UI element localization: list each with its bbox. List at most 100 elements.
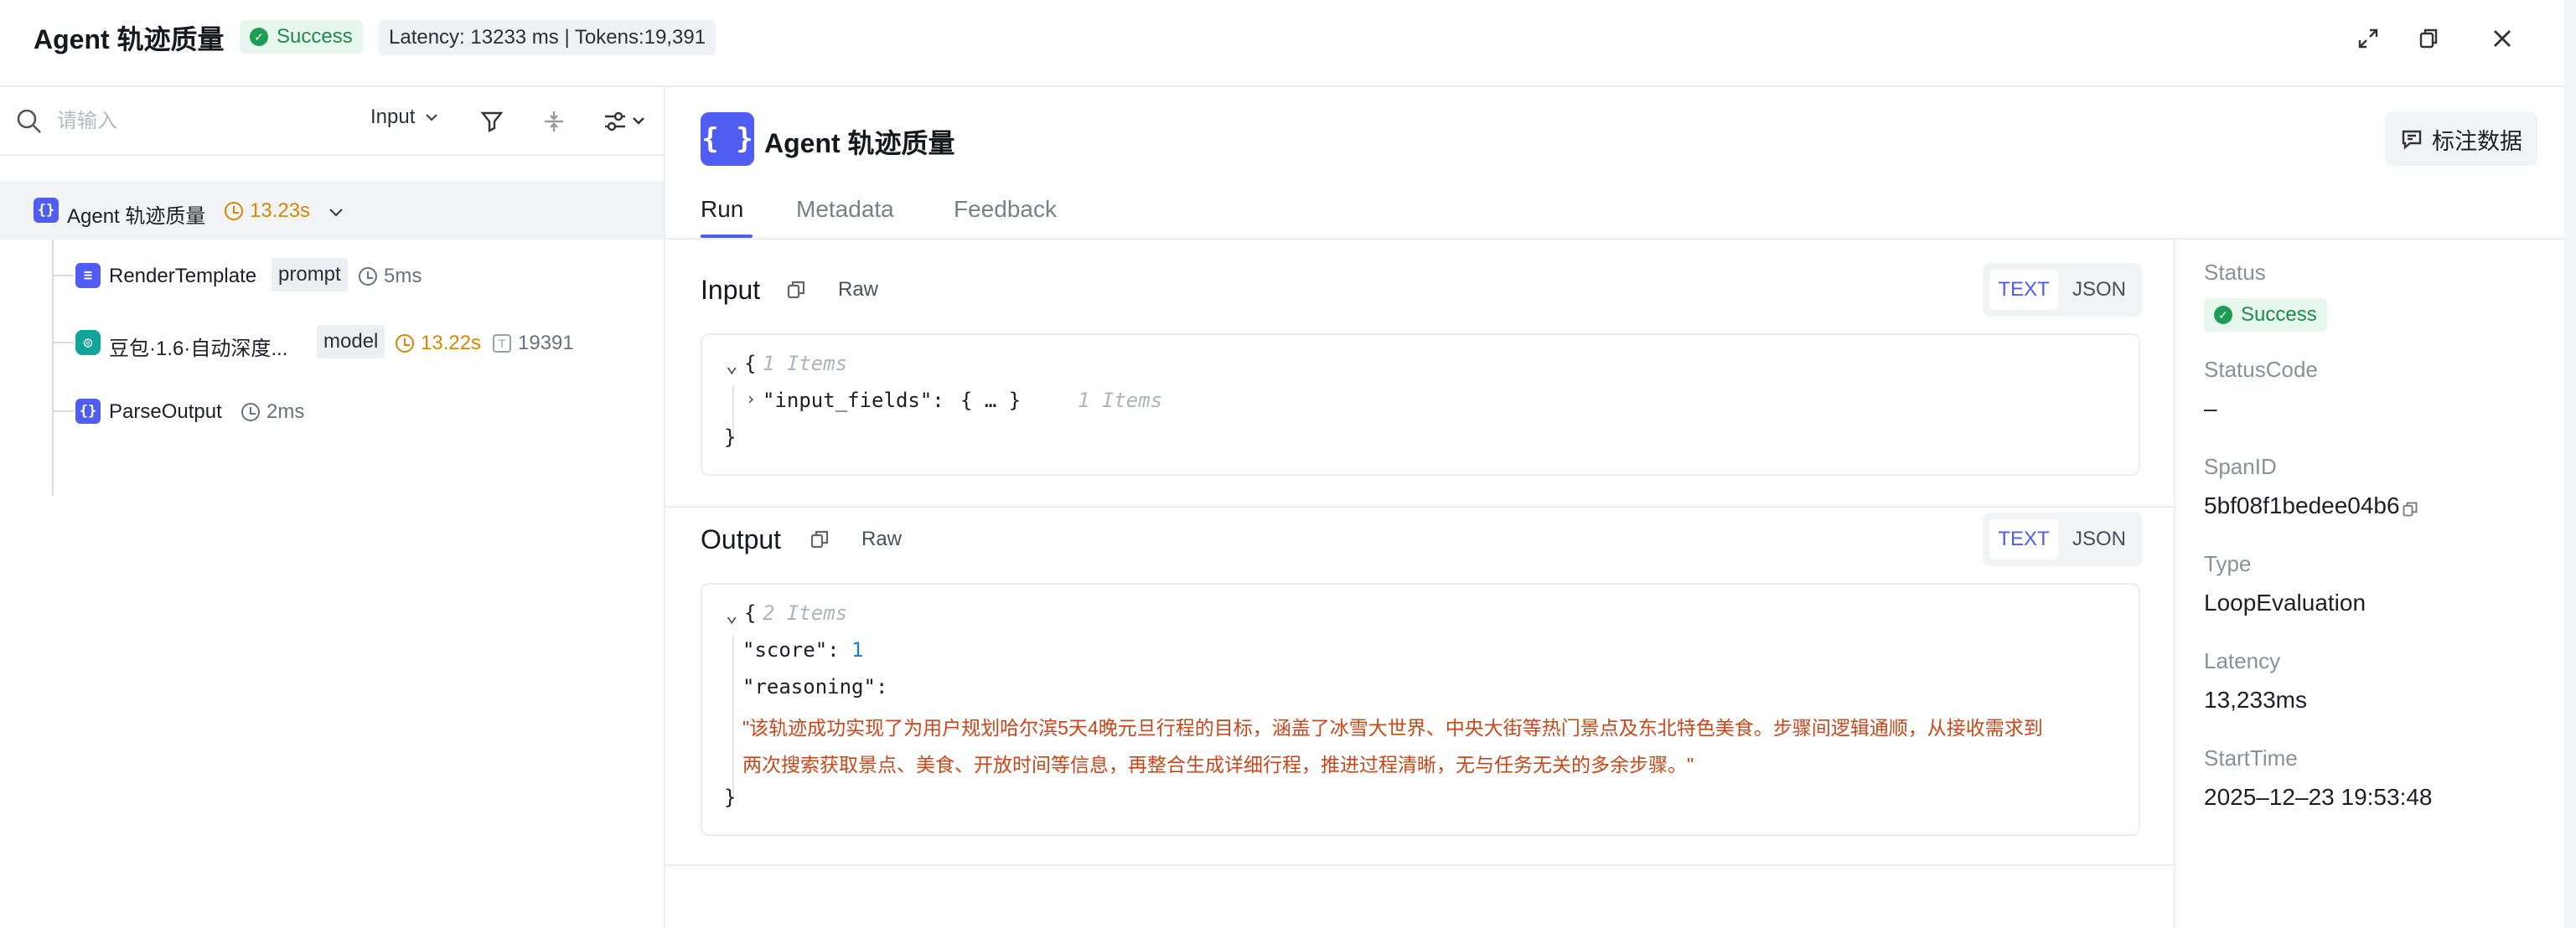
tab-feedback[interactable]: Feedback [954, 196, 1057, 223]
output-json-mode-button[interactable]: JSON [2063, 519, 2135, 559]
model-icon: ◎ [75, 330, 101, 355]
json-open-brace: { [744, 601, 757, 625]
copy-icon[interactable] [786, 280, 806, 300]
tab-run[interactable]: Run [701, 196, 743, 223]
input-json-mode-button[interactable]: JSON [2063, 270, 2135, 310]
status-value-badge: ✓ Success [2204, 298, 2327, 332]
tab-metadata[interactable]: Metadata [796, 196, 894, 223]
copy-window-icon[interactable] [2412, 22, 2445, 55]
trace-tree-panel: Input {} Agent 轨迹质量 13.23s ≡ RenderTempl… [0, 87, 665, 928]
tree-connector [52, 342, 74, 343]
tree-row-model[interactable]: ◎ 豆包·1.6·自动深度... model 13.22s T 19391 [74, 322, 660, 363]
clock-icon [359, 267, 377, 286]
close-icon[interactable] [2485, 22, 2519, 55]
search-input[interactable] [55, 104, 307, 139]
tree-node-time: 13.23s [225, 199, 310, 223]
spanid-label: SpanID [2204, 454, 2277, 479]
search-bar: Input [0, 87, 664, 156]
time-value: 13.23s [250, 199, 311, 222]
span-info-panel: Status ✓ Success StatusCode – SpanID 5bf… [2174, 240, 2564, 928]
input-raw-toggle[interactable]: Raw [838, 278, 878, 302]
clock-icon [241, 403, 260, 421]
items-count-hint: 2 Items [763, 601, 848, 625]
json-value-reasoning-line2: 两次搜索获取景点、美食、开放时间等信息，再整合生成详细行程，推进过程清晰，无与任… [742, 754, 1694, 776]
input-filter-select[interactable]: Input [370, 106, 440, 129]
json-open-brace: { [744, 352, 757, 375]
time-value: 5ms [384, 265, 422, 287]
tree-row-parseoutput[interactable]: {} ParseOutput 2ms [74, 390, 660, 432]
json-value-reasoning-line1: "该轨迹成功实现了为用户规划哈尔滨5天4晚元旦行程的目标，涵盖了冰雪大世界、中央… [742, 717, 2043, 739]
chevron-down-icon[interactable]: ⌄ [726, 603, 737, 626]
token-value: 19391 [518, 332, 574, 354]
status-label: Status [2204, 260, 2266, 285]
filter-icon[interactable] [476, 106, 508, 137]
tree-node-time: 13.22s [396, 332, 481, 355]
chevron-right-icon[interactable]: › [746, 389, 756, 409]
section-divider [665, 506, 2174, 508]
tree-node-time: 2ms [241, 400, 304, 424]
latency-tokens-pill: Latency: 13233 ms | Tokens:19,391 [379, 20, 716, 55]
output-format-toggle: TEXT JSON [1983, 513, 2142, 566]
top-header: Agent 轨迹质量 ✓ Success Latency: 13233 ms |… [0, 0, 2576, 87]
statuscode-label: StatusCode [2204, 357, 2318, 382]
detail-title: Agent 轨迹质量 [764, 128, 955, 158]
page-scrollbar[interactable] [2564, 0, 2576, 928]
json-close-brace: } [724, 786, 737, 809]
starttime-value: 2025–12–23 19:53:48 [2204, 784, 2433, 810]
clock-icon [396, 334, 414, 353]
output-text-mode-button[interactable]: TEXT [1989, 519, 2058, 559]
check-icon: ✓ [2214, 306, 2232, 324]
braces-icon: {} [34, 198, 59, 223]
status-value: Success [2241, 303, 2317, 326]
tree-node-label: Agent 轨迹质量 [67, 205, 206, 228]
run-content: Input Raw TEXT JSON ⌄ { 1 Items › "input… [665, 240, 2174, 928]
input-section-title: Input [701, 275, 761, 305]
latency-value: 13,233ms [2204, 687, 2307, 713]
statuscode-value: – [2204, 395, 2217, 421]
latency-label: Latency [2204, 648, 2281, 673]
time-value: 13.22s [421, 332, 482, 354]
braces-icon: { } [701, 112, 754, 166]
clock-icon [225, 202, 243, 220]
tree-node-tokens: T 19391 [493, 332, 574, 355]
tree-node-label: RenderTemplate [109, 265, 257, 287]
tree-node-tag: model [317, 325, 385, 358]
starttime-label: StartTime [2204, 745, 2298, 771]
tab-bar: Run Metadata Feedback [665, 186, 2564, 240]
output-raw-toggle[interactable]: Raw [861, 528, 902, 551]
input-format-toggle: TEXT JSON [1983, 263, 2142, 317]
json-collapsed-object[interactable]: { … } [960, 389, 1021, 412]
json-value-score: 1 [851, 638, 864, 662]
output-section-title: Output [701, 524, 782, 554]
token-icon: T [493, 334, 511, 353]
filter-select-label: Input [370, 106, 416, 128]
search-icon [17, 109, 41, 133]
annotate-data-button[interactable]: 标注数据 [2385, 112, 2537, 166]
detail-panel: { } Agent 轨迹质量 标注数据 Run Metadata Feedbac… [665, 87, 2564, 928]
copy-icon[interactable] [2402, 501, 2418, 518]
status-badge: ✓ Success [240, 20, 363, 54]
chevron-down-icon[interactable]: ⌄ [726, 353, 737, 377]
output-code-box: ⌄ { 2 Items "score": 1 "reasoning": "该轨迹… [701, 583, 2140, 836]
input-text-mode-button[interactable]: TEXT [1989, 270, 2058, 310]
page-title: Agent 轨迹质量 [34, 24, 225, 54]
latency-tokens-text: Latency: 13233 ms | Tokens:19,391 [389, 26, 706, 49]
tree-connector [52, 410, 74, 412]
type-label: Type [2204, 551, 2252, 576]
json-close-brace: } [724, 425, 737, 449]
settings-toggle-icon[interactable] [600, 106, 650, 137]
indent-guide [732, 635, 734, 797]
tree-node-time: 5ms [359, 265, 422, 288]
tree-node-label: 豆包·1.6·自动深度... [109, 338, 288, 360]
list-icon: ≡ [75, 263, 101, 288]
time-value: 2ms [266, 400, 305, 423]
expand-icon[interactable] [2351, 22, 2385, 55]
chevron-down-icon[interactable] [327, 203, 345, 221]
input-code-box: ⌄ { 1 Items › "input_fields": { … } 1 It… [701, 333, 2140, 476]
tree-row-root[interactable]: {} Agent 轨迹质量 13.23s [0, 181, 664, 240]
items-count-hint: 1 Items [1078, 389, 1163, 412]
collapse-icon[interactable] [538, 106, 570, 137]
annotate-button-label: 标注数据 [2432, 128, 2522, 154]
copy-icon[interactable] [810, 529, 830, 549]
tree-row-rendertemplate[interactable]: ≡ RenderTemplate prompt 5ms [74, 255, 660, 296]
